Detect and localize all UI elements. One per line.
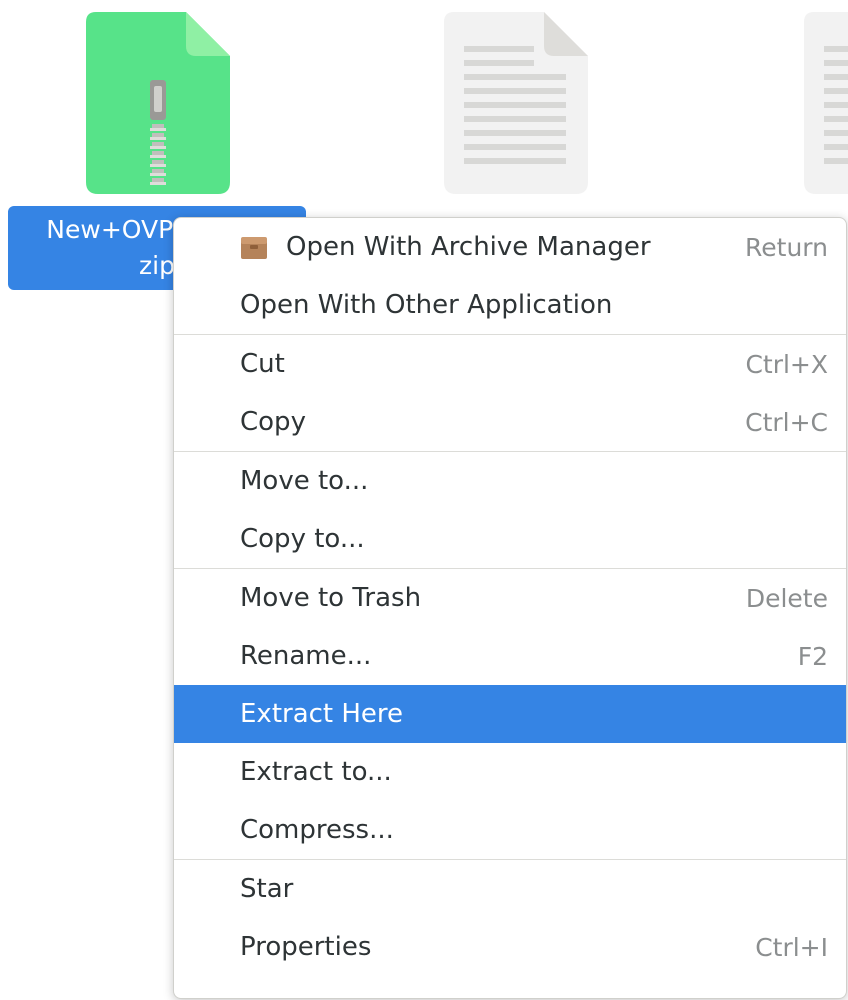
menu-item-shortcut: Ctrl+X [745,349,828,379]
menu-item-label: Compress... [240,815,394,845]
menu-item-label: Open With Other Application [240,290,613,320]
menu-item-open-with-archive-manager[interactable]: Open With Archive Manager Return [174,218,846,276]
menu-item-label: Star [240,874,294,904]
menu-item-label: Move to... [240,466,369,496]
menu-item-cut[interactable]: Cut Ctrl+X [174,335,846,393]
menu-item-star[interactable]: Star [174,860,846,918]
menu-item-label: Open With Archive Manager [286,232,651,262]
menu-item-label: Properties [240,932,372,962]
menu-item-open-with-other-application[interactable]: Open With Other Application [174,276,846,334]
zip-archive-file-icon[interactable] [86,12,230,194]
menu-item-shortcut: Ctrl+I [755,932,828,962]
menu-item-extract-here[interactable]: Extract Here [174,685,846,743]
archive-manager-icon [241,237,267,259]
menu-item-rename[interactable]: Rename... F2 [174,627,846,685]
menu-item-label: Copy to... [240,524,365,554]
menu-item-label: Extract to... [240,757,392,787]
menu-item-shortcut: F2 [797,641,828,671]
text-document-icon[interactable] [444,12,588,194]
menu-item-shortcut: Return [745,232,828,262]
menu-section: Open With Archive Manager Return Open With… [174,218,846,335]
menu-item-shortcut: Delete [745,583,828,613]
context-menu: Open With Archive Manager Return Open With… [173,217,847,999]
menu-section: Cut Ctrl+X Copy Ctrl+C [174,335,846,452]
menu-item-label: Rename... [240,641,372,671]
menu-section: Star Properties Ctrl+I [174,860,846,976]
menu-item-properties[interactable]: Properties Ctrl+I [174,918,846,976]
menu-item-copy-to[interactable]: Copy to... [174,510,846,568]
menu-item-move-to-trash[interactable]: Move to Trash Delete [174,569,846,627]
menu-item-move-to[interactable]: Move to... [174,452,846,510]
menu-item-copy[interactable]: Copy Ctrl+C [174,393,846,451]
menu-item-label: Cut [240,349,285,379]
menu-item-compress[interactable]: Compress... [174,801,846,859]
menu-section: Move to... Copy to... [174,452,846,569]
menu-section: Move to Trash Delete Rename... F2 Extract He… [174,569,846,860]
desktop: New+OVPN+Files zip Open With Archive Man… [0,0,848,1000]
menu-item-shortcut: Ctrl+C [745,407,828,437]
menu-item-extract-to[interactable]: Extract to... [174,743,846,801]
menu-item-label: Copy [240,407,306,437]
text-document-icon[interactable] [804,12,848,194]
menu-item-label: Extract Here [240,699,404,729]
menu-item-label: Move to Trash [240,583,422,613]
